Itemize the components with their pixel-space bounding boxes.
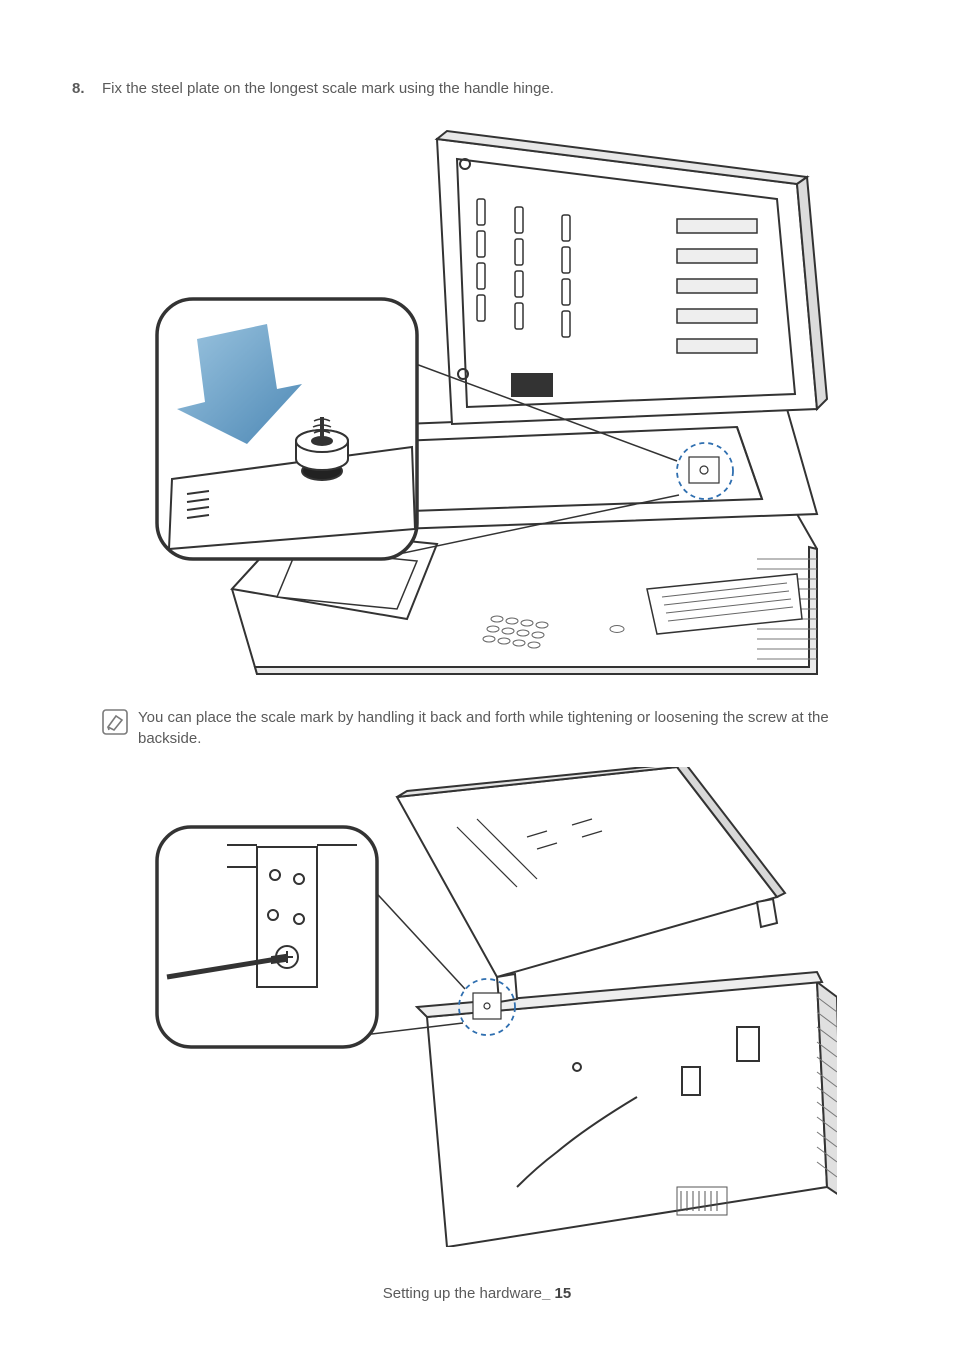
note-row: You can place the scale mark by handling… — [102, 707, 882, 749]
step-text: Fix the steel plate on the longest scale… — [102, 78, 554, 99]
step-number: 8. — [72, 80, 92, 97]
manual-page: 8. Fix the steel plate on the longest sc… — [0, 0, 954, 1348]
figure-2 — [72, 767, 882, 1247]
printer-open-lid-diagram — [117, 119, 837, 689]
step-8-row: 8. Fix the steel plate on the longest sc… — [72, 78, 882, 99]
footer-section: Setting up the hardware — [383, 1285, 542, 1302]
printer-back-screw-diagram — [117, 767, 837, 1247]
footer-page-number: 15 — [555, 1285, 572, 1302]
note-text: You can place the scale mark by handling… — [138, 707, 882, 749]
figure-1 — [72, 119, 882, 689]
page-footer: Setting up the hardware_ 15 — [0, 1285, 954, 1302]
note-icon — [102, 709, 128, 740]
footer-separator: _ — [542, 1285, 550, 1302]
